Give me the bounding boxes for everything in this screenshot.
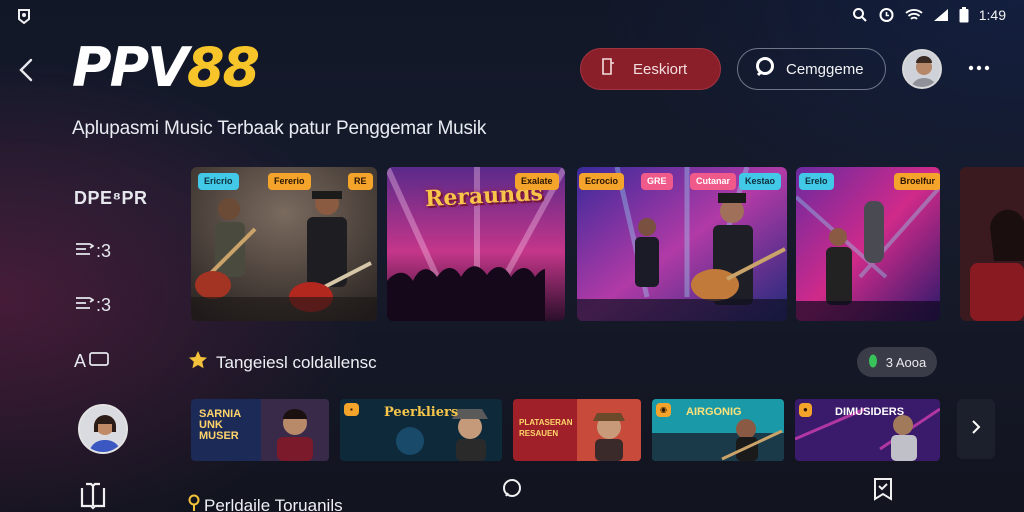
bookmark-icon: [601, 58, 615, 80]
card-tag: Ericrio: [198, 173, 239, 190]
tagline: Aplupasmi Music Terbaak patur Penggemar …: [72, 118, 487, 139]
card-tag: Kestao: [739, 173, 782, 190]
section-title: Perldaile Toruanils: [204, 495, 343, 512]
card-tag: Broelfur: [894, 173, 940, 190]
back-arrow-icon[interactable]: [14, 56, 40, 84]
card-tag: ●: [799, 403, 812, 417]
sidebar-avatar[interactable]: [78, 404, 128, 454]
chevron-right-icon: [970, 418, 982, 441]
user-avatar[interactable]: [902, 49, 942, 89]
collection-label: AIRGONIG: [686, 406, 742, 418]
sidebar-item-3[interactable]: A: [74, 350, 110, 373]
section-title: Tangeiesl coldallensc: [216, 352, 377, 372]
screen-icon: [88, 350, 110, 373]
collection-card[interactable]: ◉ AIRGONIG: [652, 399, 784, 461]
featured-card[interactable]: Ecrocio GRE Cutanar Kestao: [577, 167, 787, 321]
clock-time: 1:49: [978, 6, 1006, 23]
featured-card[interactable]: [960, 167, 1024, 321]
card-tag: Ecrocio: [579, 173, 625, 190]
battery-icon: [959, 6, 969, 23]
sidebar-item-1[interactable]: :3: [74, 240, 111, 263]
chat-icon[interactable]: [501, 478, 523, 500]
app-logo: PPV88: [72, 36, 260, 99]
card-tag: ◉: [656, 403, 671, 417]
search-button-label: Cemggeme: [786, 60, 864, 78]
featured-card[interactable]: Reraunds Exalate: [387, 167, 565, 321]
card-tag: Fererio: [268, 173, 311, 190]
leaf-icon: [868, 354, 878, 371]
signal-icon: [933, 8, 949, 22]
filter-pill[interactable]: 3 Aooa: [857, 347, 937, 377]
collection-label: SARNIA UNK MUSER: [199, 408, 241, 442]
pin-icon: [188, 494, 200, 512]
more-options-icon[interactable]: [966, 58, 992, 78]
library-icon[interactable]: [78, 480, 108, 510]
search-icon[interactable]: [852, 7, 868, 23]
collection-card[interactable]: ● DIMUSIDERS: [795, 399, 940, 461]
featured-card[interactable]: Ericrio Fererio RE: [191, 167, 377, 321]
scroll-right-button[interactable]: [957, 399, 995, 459]
card-tag: Erelo: [799, 173, 834, 190]
search-button[interactable]: Cemggeme: [737, 48, 886, 90]
primary-action-label: Eeskiort: [633, 60, 688, 78]
chat-search-icon: [754, 56, 776, 82]
card-tag: RE: [348, 173, 373, 190]
collection-label: Peerkliers: [384, 405, 459, 420]
card-tag: Cutanar: [690, 173, 737, 190]
section-header: Perldaile Toruanils: [188, 494, 343, 512]
primary-action-button[interactable]: Eeskiort: [580, 48, 721, 90]
playlist-icon: [74, 294, 95, 317]
card-tag: ▪: [344, 403, 359, 416]
wifi-icon: [905, 8, 923, 22]
sidebar: DPE⁸PR :3 :3 A: [0, 170, 150, 512]
playlist-icon: [74, 240, 95, 263]
collection-label: PLATASERAN RESAUEN: [519, 418, 573, 438]
bookmark-nav-icon[interactable]: [872, 477, 894, 501]
sidebar-item-2[interactable]: :3: [74, 294, 111, 317]
star-icon: [188, 350, 208, 375]
featured-card[interactable]: Erelo Broelfur: [796, 167, 940, 321]
status-bar: 1:49: [0, 0, 1024, 32]
collection-card[interactable]: ▪ Peerkliers: [340, 399, 502, 461]
card-tag: GRE: [641, 173, 673, 190]
alarm-icon: [878, 6, 895, 23]
card-tag: Exalate: [515, 173, 559, 190]
collection-label: DIMUSIDERS: [835, 406, 905, 418]
collection-card[interactable]: SARNIA UNK MUSER: [191, 399, 329, 461]
section-header: Tangeiesl coldallensc: [188, 350, 377, 375]
app-icon: [16, 8, 32, 25]
collection-card[interactable]: PLATASERAN RESAUEN: [513, 399, 641, 461]
sidebar-title: DPE⁸PR: [74, 188, 148, 208]
